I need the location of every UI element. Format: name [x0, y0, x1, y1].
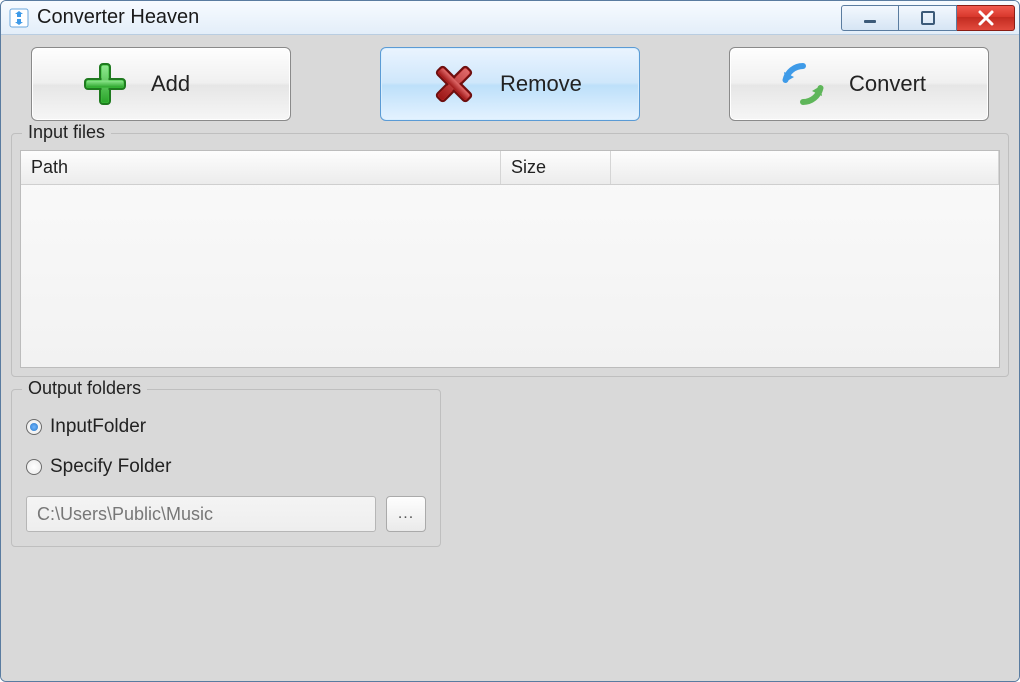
toolbar: Add: [11, 47, 1009, 121]
radio-specify-folder[interactable]: [26, 459, 42, 475]
output-path-row: C:\Users\Public\Music ...: [26, 496, 426, 532]
output-folders-legend: Output folders: [22, 378, 147, 399]
plus-icon: [81, 60, 129, 108]
titlebar: Converter Heaven: [1, 1, 1019, 35]
client-area: Add: [1, 35, 1019, 681]
remove-button[interactable]: Remove: [380, 47, 640, 121]
close-button[interactable]: [957, 5, 1015, 31]
column-spacer: [611, 151, 999, 184]
input-files-legend: Input files: [22, 122, 111, 143]
app-icon: [9, 8, 29, 28]
add-button[interactable]: Add: [31, 47, 291, 121]
maximize-button[interactable]: [899, 5, 957, 31]
column-path[interactable]: Path: [21, 151, 501, 184]
x-icon: [430, 60, 478, 108]
radio-specify-folder-row: Specify Folder: [26, 456, 426, 478]
convert-button[interactable]: Convert: [729, 47, 989, 121]
remove-label: Remove: [500, 71, 590, 97]
input-files-table[interactable]: Path Size: [20, 150, 1000, 368]
radio-input-folder[interactable]: [26, 419, 42, 435]
refresh-icon: [779, 60, 827, 108]
column-size[interactable]: Size: [501, 151, 611, 184]
minimize-button[interactable]: [841, 5, 899, 31]
radio-specify-folder-label[interactable]: Specify Folder: [50, 456, 171, 478]
convert-label: Convert: [849, 71, 939, 97]
output-path-input[interactable]: C:\Users\Public\Music: [26, 496, 376, 532]
window-title: Converter Heaven: [37, 6, 199, 29]
window-controls: [841, 5, 1015, 31]
browse-button[interactable]: ...: [386, 496, 426, 532]
output-folders-group: Output folders InputFolder Specify Folde…: [11, 389, 441, 547]
radio-input-folder-label[interactable]: InputFolder: [50, 416, 146, 438]
table-header: Path Size: [21, 151, 999, 185]
radio-input-folder-row: InputFolder: [26, 416, 426, 438]
add-label: Add: [151, 71, 241, 97]
input-files-group: Input files Path Size: [11, 133, 1009, 377]
app-window: Converter Heaven: [0, 0, 1020, 682]
